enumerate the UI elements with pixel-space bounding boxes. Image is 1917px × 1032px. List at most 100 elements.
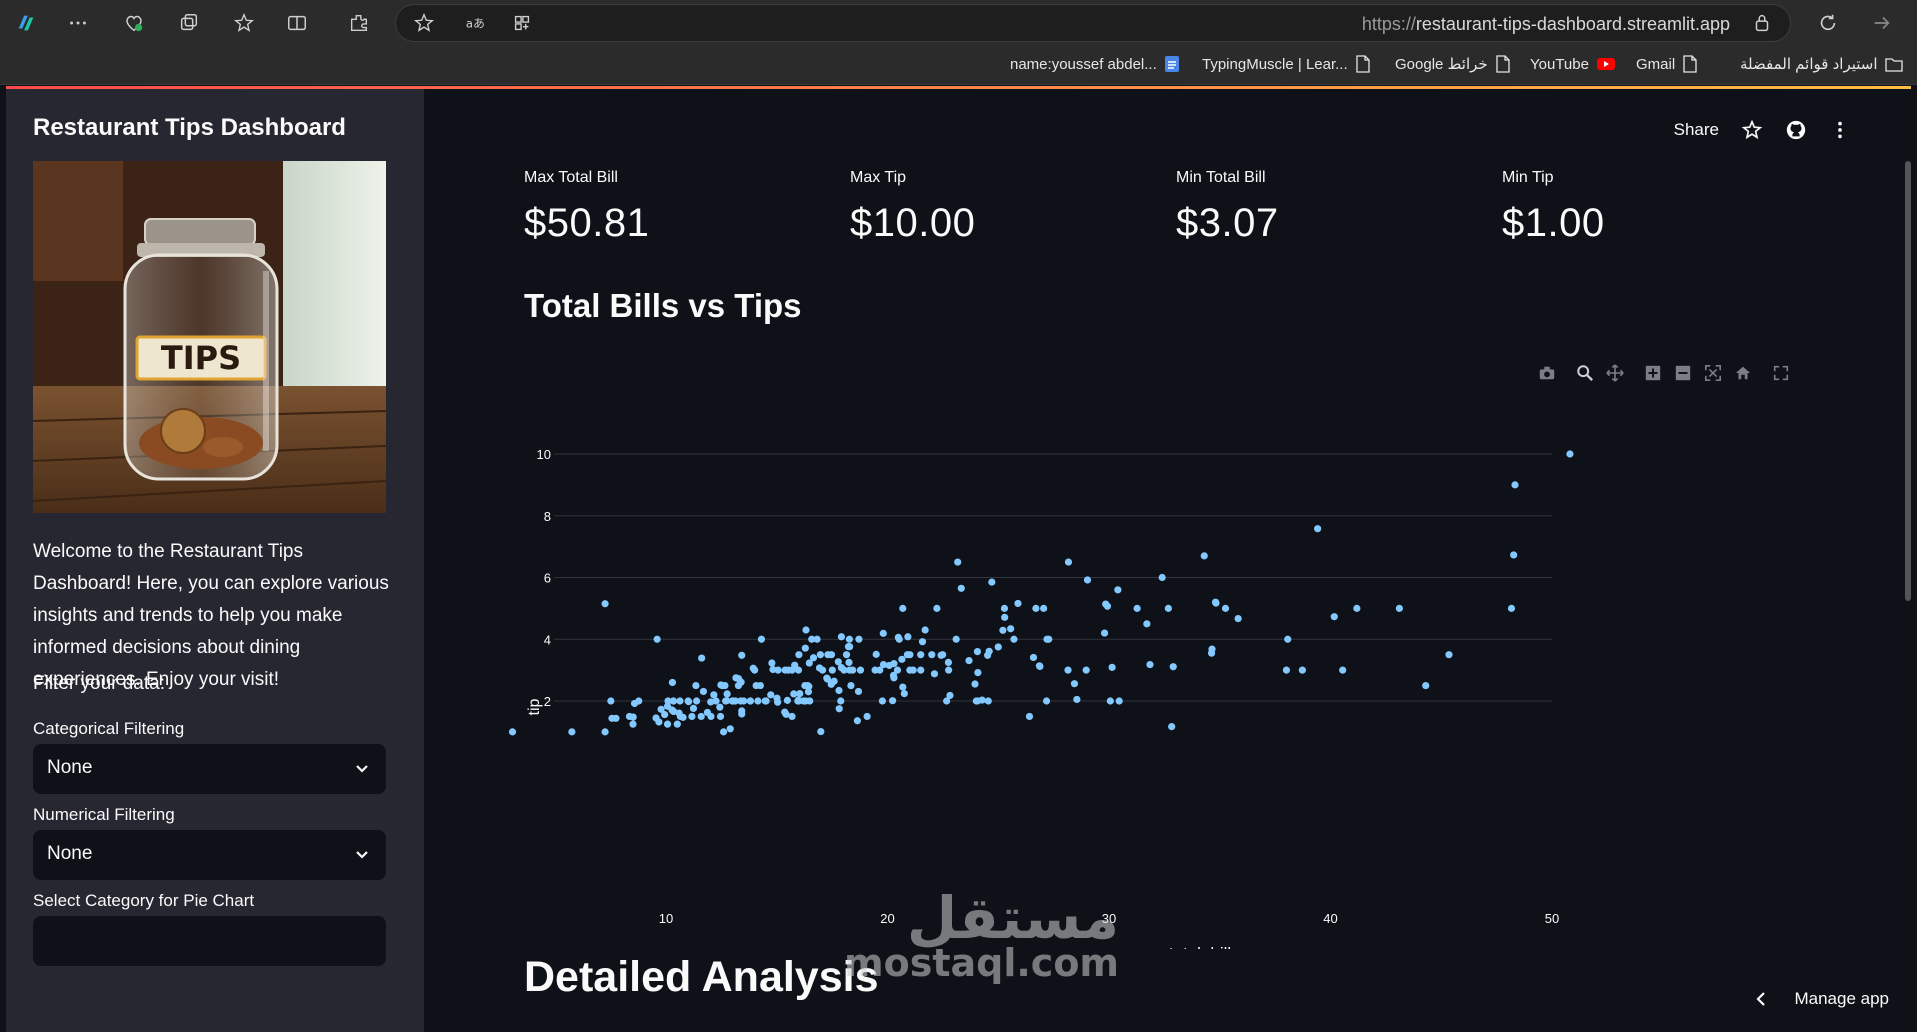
camera-icon[interactable]	[1535, 361, 1559, 385]
scatter-point[interactable]	[943, 697, 951, 705]
scatter-point[interactable]	[893, 666, 902, 674]
scatter-point[interactable]	[1330, 613, 1338, 621]
scatter-point[interactable]	[1169, 663, 1177, 671]
scatter-point[interactable]	[837, 664, 846, 672]
star-icon[interactable]	[1741, 119, 1763, 141]
scatter-point[interactable]	[1014, 599, 1022, 608]
scatter-point[interactable]	[794, 666, 803, 674]
scatter-point[interactable]	[1221, 604, 1230, 612]
scatter-point[interactable]	[971, 680, 979, 688]
scatter-point[interactable]	[899, 604, 907, 612]
scatter-point[interactable]	[1108, 663, 1116, 671]
scatter-point[interactable]	[823, 674, 831, 682]
scatter-point[interactable]	[783, 696, 791, 704]
scatter-point[interactable]	[676, 697, 684, 705]
scatter-point[interactable]	[1445, 651, 1453, 659]
scatter-point[interactable]	[601, 728, 609, 736]
scatter-point[interactable]	[601, 600, 609, 608]
scatter-point[interactable]	[917, 651, 925, 659]
scatter-point[interactable]	[930, 670, 939, 678]
scatter-point[interactable]	[944, 658, 953, 667]
scatter-point[interactable]	[1339, 666, 1347, 674]
scatter-point[interactable]	[734, 681, 743, 690]
scatter-point[interactable]	[937, 651, 945, 659]
scatter-point[interactable]	[663, 720, 672, 728]
scatter-point[interactable]	[723, 690, 731, 698]
scatter-point[interactable]	[817, 727, 825, 736]
scatter-point[interactable]	[965, 656, 973, 665]
scatter-point[interactable]	[984, 697, 992, 705]
scatter-point[interactable]	[774, 666, 782, 674]
tab-collections-icon[interactable]	[175, 9, 203, 37]
bookmark-youtube[interactable]: YouTube	[1530, 55, 1616, 73]
scatter-point[interactable]	[728, 697, 737, 705]
scatter-point[interactable]	[1353, 604, 1361, 612]
scatter-point[interactable]	[757, 635, 766, 643]
scatter-point[interactable]	[1115, 697, 1123, 705]
scatter-point[interactable]	[1510, 551, 1518, 559]
scatter-point[interactable]	[973, 697, 982, 705]
scatter-point[interactable]	[904, 633, 912, 641]
more-menu-icon[interactable]	[64, 9, 92, 37]
scatter-point[interactable]	[773, 694, 781, 702]
scatter-point[interactable]	[689, 704, 698, 713]
tips-scatter-chart[interactable]: 2468101020304050 total_bill tip	[424, 389, 1911, 949]
extensions-icon[interactable]	[345, 9, 373, 37]
scatter-point[interactable]	[1100, 629, 1109, 637]
forward-arrow-icon[interactable]	[1868, 9, 1896, 37]
scatter-point[interactable]	[1314, 525, 1322, 533]
scatter-point[interactable]	[1001, 613, 1009, 621]
add-favorite-star-icon[interactable]	[410, 9, 438, 37]
scatter-point[interactable]	[805, 659, 813, 667]
scatter-point[interactable]	[806, 697, 814, 705]
scatter-point[interactable]	[1106, 697, 1114, 705]
scatter-point[interactable]	[716, 712, 725, 721]
scatter-point[interactable]	[999, 626, 1007, 634]
scatter-point[interactable]	[853, 717, 861, 725]
scatter-point[interactable]	[804, 688, 813, 696]
scatter-point[interactable]	[716, 703, 724, 711]
scatter-point[interactable]	[827, 651, 836, 659]
scatter-point[interactable]	[1029, 653, 1038, 662]
scatter-point[interactable]	[1168, 723, 1176, 731]
scatter-point[interactable]	[898, 655, 906, 663]
scatter-point[interactable]	[1395, 604, 1403, 612]
scatter-point[interactable]	[698, 654, 706, 662]
scatter-point[interactable]	[799, 697, 808, 705]
favorites-icon[interactable]	[230, 9, 258, 37]
scatter-point[interactable]	[801, 681, 809, 690]
scatter-point[interactable]	[726, 725, 734, 733]
scatter-point[interactable]	[679, 713, 687, 721]
scatter-point[interactable]	[508, 728, 517, 736]
scatter-point[interactable]	[796, 689, 804, 698]
scatter-point[interactable]	[1040, 604, 1048, 612]
scatter-point[interactable]	[918, 638, 927, 646]
scatter-point[interactable]	[1025, 712, 1034, 721]
scatter-point[interactable]	[974, 668, 982, 677]
copilot-icon[interactable]	[12, 9, 40, 37]
scatter-point[interactable]	[692, 697, 701, 705]
scatter-point[interactable]	[1045, 635, 1053, 643]
scatter-point[interactable]	[1102, 600, 1110, 608]
scatter-point[interactable]	[871, 666, 879, 674]
scatter-point[interactable]	[957, 584, 965, 592]
scatter-point[interactable]	[906, 666, 914, 674]
scatter-point[interactable]	[854, 687, 863, 696]
scatter-point[interactable]	[738, 651, 746, 659]
scatter-point[interactable]	[1200, 552, 1208, 560]
scatter-point[interactable]	[752, 681, 760, 690]
scatter-point[interactable]	[921, 626, 929, 634]
scatter-point[interactable]	[740, 697, 748, 705]
scatter-point[interactable]	[1208, 645, 1216, 653]
scatter-point[interactable]	[781, 708, 789, 716]
scatter-point[interactable]	[945, 666, 953, 674]
scatter-point[interactable]	[819, 666, 827, 674]
scatter-point[interactable]	[808, 635, 816, 643]
scatter-point[interactable]	[903, 651, 912, 659]
app-available-icon[interactable]	[508, 9, 536, 37]
bookmark-typingmuscle[interactable]: TypingMuscle | Lear...	[1202, 55, 1371, 73]
scatter-point[interactable]	[1158, 573, 1166, 582]
scatter-point[interactable]	[761, 697, 769, 705]
scatter-point[interactable]	[1164, 604, 1172, 612]
scatter-point[interactable]	[933, 604, 941, 612]
